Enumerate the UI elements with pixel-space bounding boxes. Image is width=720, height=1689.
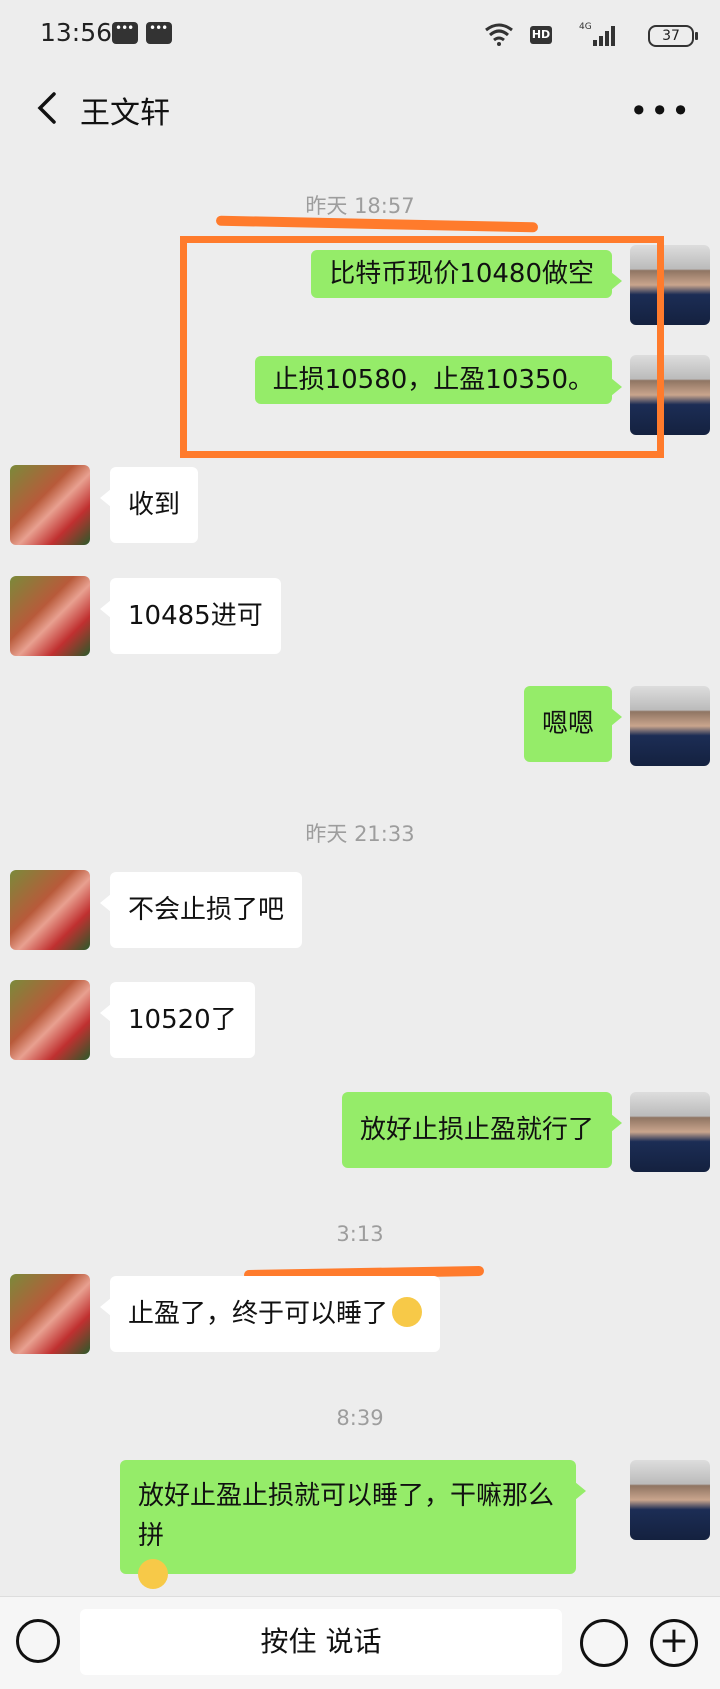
message-bubble-sent[interactable]: 放好止盈止损就可以睡了，干嘛那么拼	[120, 1460, 586, 1589]
more-dots-icon[interactable]: •••	[629, 92, 692, 130]
contact-avatar[interactable]	[10, 1274, 90, 1354]
status-time: 13:56	[40, 18, 113, 47]
message-bubble-received[interactable]: 10520了	[100, 982, 255, 1058]
contact-avatar[interactable]	[10, 870, 90, 950]
status-bar: 13:56 HD 4G 37	[0, 0, 720, 70]
message-notification-icon	[112, 21, 138, 44]
dizzy-face-emoji-icon	[392, 1296, 423, 1327]
message-bubble-sent[interactable]: 嗯嗯	[523, 686, 623, 762]
signal-icon: 4G	[579, 22, 615, 46]
message-bubble-received[interactable]: 不会止损了吧	[99, 872, 303, 948]
message-bubble-received[interactable]: 收到	[99, 467, 199, 543]
message-text: 放好止盈止损就可以睡了，干嘛那么拼	[138, 1481, 555, 1551]
chat-timestamp: 昨天 21:33	[305, 822, 415, 846]
contact-avatar[interactable]	[10, 465, 90, 545]
contact-avatar[interactable]	[10, 576, 90, 656]
chat-header: 王文轩 •••	[0, 70, 720, 156]
my-avatar[interactable]	[630, 686, 710, 766]
my-avatar[interactable]	[630, 1092, 710, 1172]
message-notification-icon	[146, 21, 172, 44]
grin-emoji-icon	[138, 1558, 168, 1589]
status-icons: HD 4G 37	[485, 20, 698, 50]
svg-text:4G: 4G	[579, 22, 592, 32]
message-text: 止盈了，终于可以睡了	[128, 1299, 389, 1329]
chat-timestamp: 昨天 18:57	[305, 194, 415, 218]
chat-title: 王文轩	[80, 96, 170, 131]
plus-icon[interactable]: +	[650, 1619, 698, 1667]
hd-icon: HD	[530, 26, 552, 44]
chat-timestamp: 3:13	[336, 1222, 384, 1246]
chat-input-bar: 按住 说话 +	[0, 1596, 720, 1689]
message-bubble-received[interactable]: 10485进可	[100, 578, 281, 654]
message-bubble-received[interactable]: 止盈了，终于可以睡了	[99, 1276, 441, 1352]
contact-avatar[interactable]	[10, 980, 90, 1060]
emoji-icon[interactable]	[580, 1619, 628, 1667]
hold-to-talk-button[interactable]: 按住 说话	[80, 1609, 562, 1675]
keyboard-icon[interactable]	[16, 1619, 60, 1663]
battery-icon: 37	[648, 25, 698, 47]
wifi-icon	[485, 23, 513, 46]
my-avatar[interactable]	[630, 1460, 710, 1540]
message-bubble-sent[interactable]: 放好止损止盈就行了	[341, 1092, 623, 1168]
annotation-box	[180, 236, 664, 458]
chevron-left-icon[interactable]	[28, 88, 68, 128]
chat-timestamp: 8:39	[336, 1406, 384, 1430]
